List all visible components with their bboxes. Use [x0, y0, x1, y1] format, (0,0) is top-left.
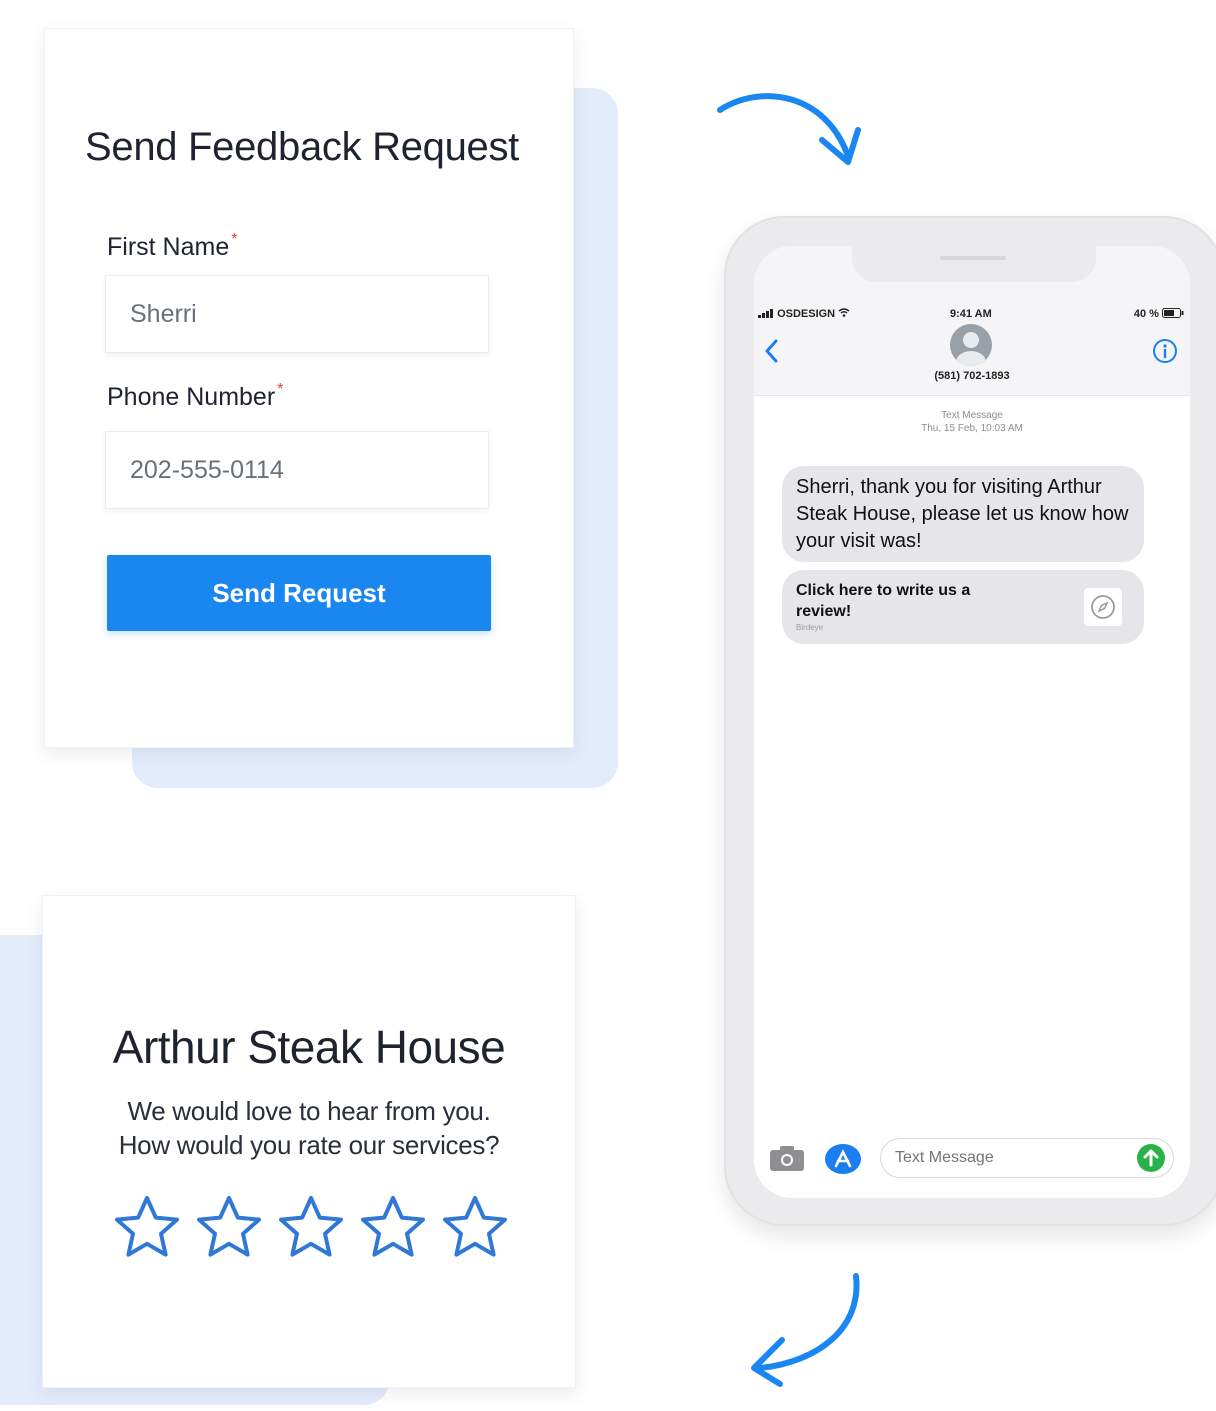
phone-number-label-text: Phone Number	[107, 383, 276, 411]
curved-arrow-right-down-icon	[717, 93, 861, 165]
phone-screen: OSDESIGN 9:41 AM 40 % (581) 702-1893 Tex…	[754, 246, 1190, 1198]
phone-number-label: Phone Number *	[107, 381, 284, 412]
message-kind: Text Message	[941, 410, 1003, 421]
phone-speaker	[940, 256, 1006, 260]
battery-level: 40 %	[1133, 308, 1159, 320]
required-marker: *	[231, 231, 238, 248]
compass-icon	[1084, 588, 1122, 626]
app-store-icon[interactable]	[824, 1140, 862, 1178]
first-name-label: First Name *	[107, 231, 238, 262]
business-name: Arthur Steak House	[112, 1021, 506, 1073]
feedback-request-card: Send Feedback Request First Name* Phone …	[44, 28, 574, 748]
form-title: Send Feedback Request	[85, 125, 519, 169]
first-name-input[interactable]	[105, 275, 489, 353]
send-request-button[interactable]: Send Request	[107, 555, 491, 631]
review-link-source: Birdeye	[796, 623, 824, 632]
back-chevron-icon[interactable]	[762, 338, 782, 364]
review-link-bubble[interactable]: Click here to write us a review! Birdeye	[782, 570, 1144, 644]
phone-number-input[interactable]	[105, 431, 489, 509]
star-1-icon[interactable]	[111, 1192, 183, 1264]
contact-number: (581) 702-1893	[934, 370, 1010, 382]
star-2-icon[interactable]	[193, 1192, 265, 1264]
review-card: Arthur Steak House We would love to hear…	[42, 895, 576, 1388]
message-input[interactable]	[880, 1138, 1174, 1178]
signal-icon	[758, 309, 773, 318]
status-time: 9:41 AM	[950, 308, 992, 320]
star-5-icon[interactable]	[439, 1192, 511, 1264]
battery-icon	[1162, 308, 1184, 318]
review-link-title[interactable]: Click here to write us a review!	[796, 580, 1006, 622]
carrier-name: OSDESIGN	[777, 308, 836, 320]
camera-icon[interactable]	[768, 1144, 806, 1172]
review-prompt-line1: We would love to hear from you.	[127, 1096, 491, 1126]
review-prompt-line2: How would you rate our services?	[118, 1130, 500, 1160]
star-rating	[111, 1192, 511, 1264]
phone-notch	[852, 246, 1096, 282]
info-icon[interactable]	[1152, 338, 1178, 364]
status-carrier: OSDESIGN	[758, 308, 850, 320]
message-timestamp: Thu, 15 Feb, 10:03 AM	[921, 423, 1023, 434]
status-battery: 40 %	[1134, 308, 1184, 320]
curved-arrow-left-down-icon	[751, 1273, 860, 1387]
wifi-icon	[838, 308, 850, 317]
message-input-bar	[754, 1134, 1190, 1184]
phone-mockup: OSDESIGN 9:41 AM 40 % (581) 702-1893 Tex…	[724, 216, 1216, 1226]
first-name-label-text: First Name	[107, 233, 230, 261]
contact-avatar-icon[interactable]	[950, 324, 992, 366]
star-4-icon[interactable]	[357, 1192, 429, 1264]
required-marker: *	[277, 381, 284, 398]
message-bubble: Sherri, thank you for visiting Arthur St…	[782, 466, 1144, 562]
star-3-icon[interactable]	[275, 1192, 347, 1264]
send-arrow-icon[interactable]	[1136, 1143, 1166, 1173]
